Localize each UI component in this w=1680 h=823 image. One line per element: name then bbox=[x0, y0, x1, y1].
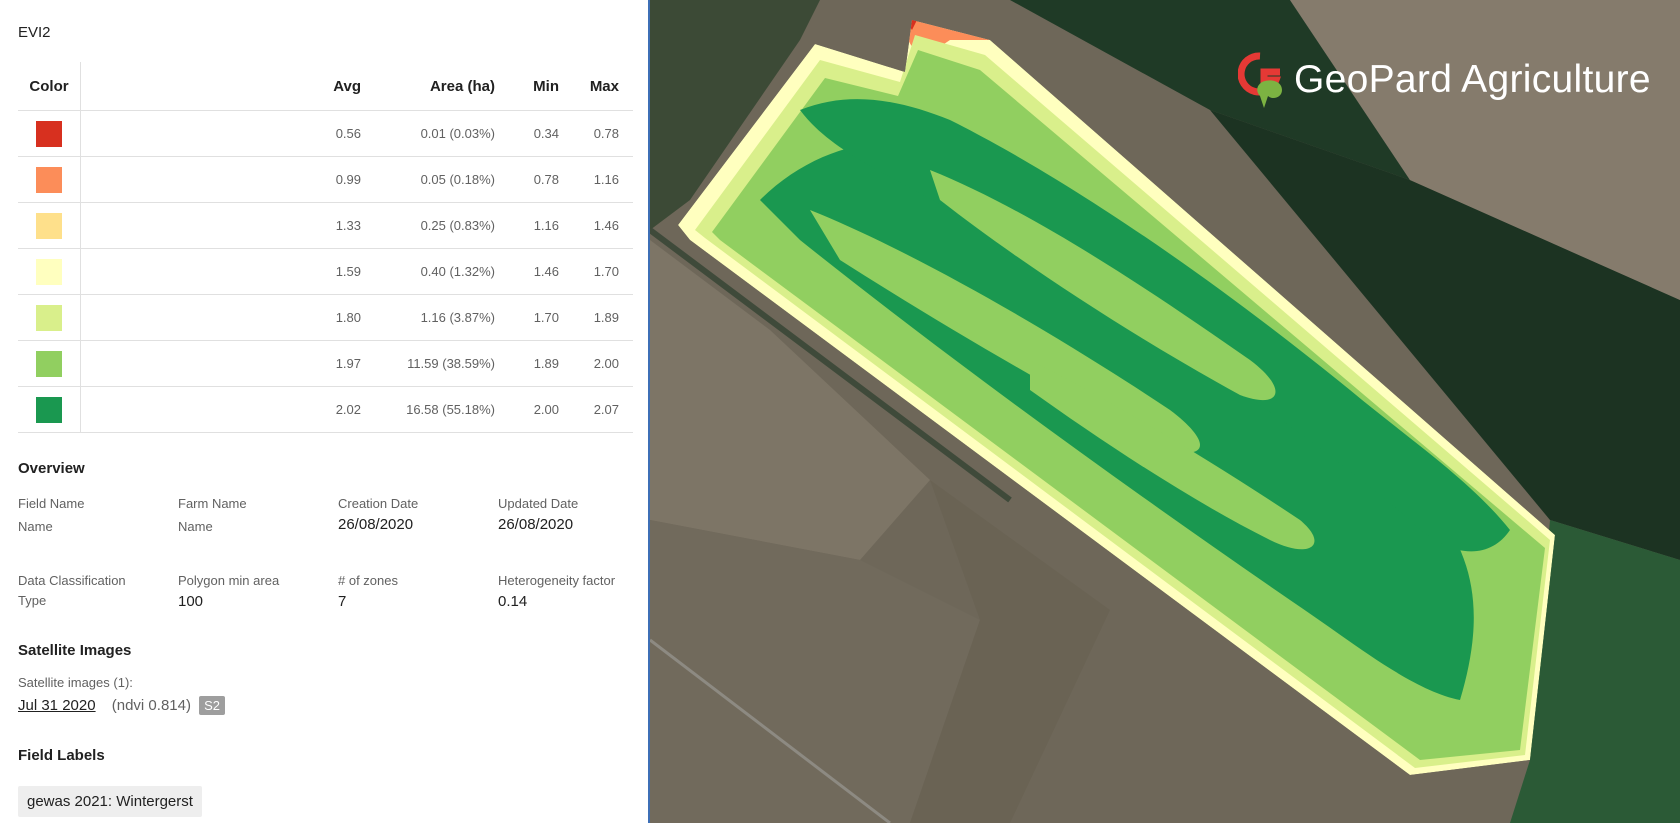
brand-logo: GeoPard Agriculture bbox=[1237, 52, 1651, 108]
classification-label: Data Classification bbox=[18, 573, 126, 588]
field-labels-title: Field Labels bbox=[18, 747, 105, 764]
zone-avg: 1.33 bbox=[291, 202, 375, 249]
zone-color-cell bbox=[18, 202, 81, 249]
satellite-image-row: Jul 31 2020 (ndvi 0.814) S2 bbox=[18, 696, 226, 715]
brand-name: GeoPard Agriculture bbox=[1294, 58, 1651, 101]
zone-spacer-cell bbox=[80, 294, 291, 341]
zone-spacer-cell bbox=[80, 156, 291, 203]
table-header-row: Color Avg Area (ha) Min Max bbox=[18, 62, 633, 111]
zone-max: 1.89 bbox=[573, 294, 633, 341]
table-row[interactable]: 1.97 11.59 (38.59%) 1.89 2.00 bbox=[18, 340, 633, 387]
zone-spacer-cell bbox=[80, 386, 291, 433]
header-color: Color bbox=[18, 62, 81, 111]
zone-color-swatch bbox=[36, 350, 62, 377]
zone-spacer-cell bbox=[80, 110, 291, 157]
table-row[interactable]: 1.59 0.40 (1.32%) 1.46 1.70 bbox=[18, 248, 633, 295]
layer-title: EVI2 bbox=[18, 24, 51, 41]
zone-color-swatch bbox=[36, 304, 62, 331]
satellite-images-count: Satellite images (1): bbox=[18, 675, 133, 690]
zone-area: 0.25 (0.83%) bbox=[375, 202, 509, 249]
zone-color-cell bbox=[18, 156, 81, 203]
zone-spacer-cell bbox=[80, 340, 291, 387]
zone-avg: 1.59 bbox=[291, 248, 375, 295]
field-name-value: Name bbox=[18, 519, 53, 534]
zone-color-cell bbox=[18, 248, 81, 295]
satellite-source-badge: S2 bbox=[199, 696, 226, 715]
zone-avg: 0.99 bbox=[291, 156, 375, 203]
zone-spacer-cell bbox=[80, 202, 291, 249]
zone-min: 0.34 bbox=[509, 110, 573, 157]
zone-spacer-cell bbox=[80, 248, 291, 295]
creation-date-value: 26/08/2020 bbox=[338, 516, 414, 533]
zone-max: 1.70 bbox=[573, 248, 633, 295]
zone-max: 2.07 bbox=[573, 386, 633, 433]
zone-area: 0.40 (1.32%) bbox=[375, 248, 509, 295]
zone-color-cell bbox=[18, 386, 81, 433]
zone-area: 0.05 (0.18%) bbox=[375, 156, 509, 203]
table-row[interactable]: 0.56 0.01 (0.03%) 0.34 0.78 bbox=[18, 110, 633, 157]
polygon-min-area-value: 100 bbox=[178, 593, 204, 610]
zone-max: 1.46 bbox=[573, 202, 633, 249]
header-max[interactable]: Max bbox=[573, 62, 633, 111]
zones-count-label: # of zones bbox=[338, 573, 398, 588]
zones-count-value: 7 bbox=[338, 593, 347, 610]
zone-color-cell bbox=[18, 340, 81, 387]
updated-date-value: 26/08/2020 bbox=[498, 516, 574, 533]
zone-color-swatch bbox=[36, 120, 62, 147]
zone-avg: 1.97 bbox=[291, 340, 375, 387]
zone-min: 2.00 bbox=[509, 386, 573, 433]
field-map[interactable] bbox=[650, 0, 1680, 823]
zone-max: 1.16 bbox=[573, 156, 633, 203]
zones-table: Color Avg Area (ha) Min Max 0.56 0.01 (0.… bbox=[18, 62, 633, 433]
header-avg[interactable]: Avg bbox=[291, 62, 375, 111]
zone-color-swatch bbox=[36, 166, 62, 193]
zone-color-cell bbox=[18, 294, 81, 341]
updated-date-label: Updated Date bbox=[498, 496, 579, 511]
satellite-images-title: Satellite Images bbox=[18, 642, 132, 659]
heterogeneity-value: 0.14 bbox=[498, 593, 528, 610]
zone-area: 0.01 (0.03%) bbox=[375, 110, 509, 157]
zone-color-swatch bbox=[36, 396, 62, 423]
zone-max: 0.78 bbox=[573, 110, 633, 157]
zone-min: 1.46 bbox=[509, 248, 573, 295]
table-row[interactable]: 0.99 0.05 (0.18%) 0.78 1.16 bbox=[18, 156, 633, 203]
header-min[interactable]: Min bbox=[509, 62, 573, 111]
zone-color-swatch bbox=[36, 212, 62, 239]
field-name-label: Field Name bbox=[18, 496, 85, 511]
satellite-image-link[interactable]: Jul 31 2020 bbox=[18, 697, 96, 714]
geopard-logo-icon bbox=[1237, 52, 1282, 108]
table-row[interactable]: 1.80 1.16 (3.87%) 1.70 1.89 bbox=[18, 294, 633, 341]
table-row[interactable]: 2.02 16.58 (55.18%) 2.00 2.07 bbox=[18, 386, 633, 433]
header-area[interactable]: Area (ha) bbox=[375, 62, 509, 111]
creation-date-label: Creation Date bbox=[338, 496, 419, 511]
zone-avg: 0.56 bbox=[291, 110, 375, 157]
zone-area: 1.16 (3.87%) bbox=[375, 294, 509, 341]
farm-name-value: Name bbox=[178, 519, 213, 534]
zone-min: 1.70 bbox=[509, 294, 573, 341]
farm-name-label: Farm Name bbox=[178, 496, 247, 511]
zone-area: 11.59 (38.59%) bbox=[375, 340, 509, 387]
overview-title: Overview bbox=[18, 460, 85, 477]
heterogeneity-label: Heterogeneity factor bbox=[498, 573, 616, 588]
zone-min: 1.89 bbox=[509, 340, 573, 387]
zone-avg: 1.80 bbox=[291, 294, 375, 341]
satellite-ndvi-value: (ndvi 0.814) bbox=[111, 697, 191, 714]
zone-min: 1.16 bbox=[509, 202, 573, 249]
zone-min: 0.78 bbox=[509, 156, 573, 203]
zones-panel: EVI2 Color Avg Area (ha) Min Max 0.56 0.0… bbox=[0, 0, 650, 823]
satellite-map bbox=[650, 0, 1680, 823]
field-label-chip[interactable]: gewas 2021: Wintergerst bbox=[18, 786, 202, 817]
classification-value: Type bbox=[18, 593, 47, 608]
zone-color-swatch bbox=[36, 258, 62, 285]
polygon-min-area-label: Polygon min area bbox=[178, 573, 280, 588]
table-row[interactable]: 1.33 0.25 (0.83%) 1.16 1.46 bbox=[18, 202, 633, 249]
header-spacer bbox=[80, 62, 291, 111]
zone-color-cell bbox=[18, 110, 81, 157]
zone-max: 2.00 bbox=[573, 340, 633, 387]
zone-avg: 2.02 bbox=[291, 386, 375, 433]
zone-area: 16.58 (55.18%) bbox=[375, 386, 509, 433]
